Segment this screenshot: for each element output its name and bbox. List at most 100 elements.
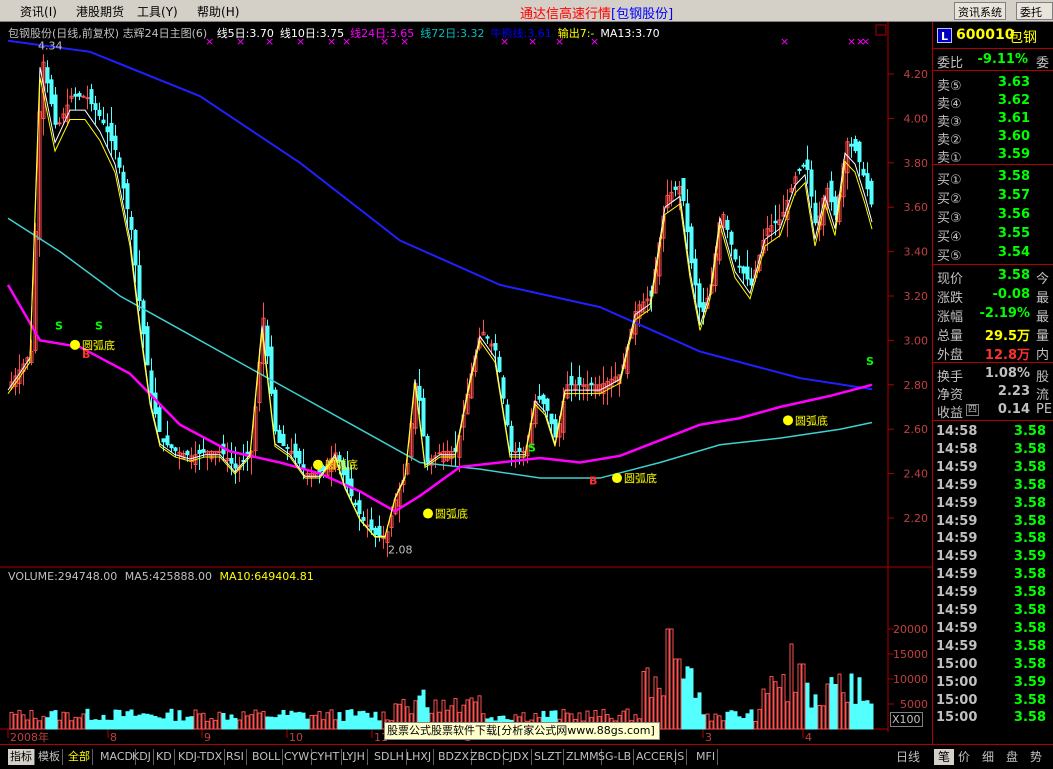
- tick-row: 14:59 3.58: [936, 638, 1046, 654]
- tab-js[interactable]: JS: [672, 749, 688, 765]
- tab-指标[interactable]: 指标: [8, 749, 35, 765]
- menu-item-hk-futures[interactable]: 港股期货: [76, 3, 124, 20]
- volume-bar: [849, 673, 854, 730]
- tab-mfi[interactable]: MFI: [694, 749, 719, 765]
- volume-bar: [117, 709, 122, 730]
- tab-kdj-tdx[interactable]: KDJ-TDX: [176, 749, 226, 765]
- candle-body: [141, 300, 146, 335]
- tab-boll[interactable]: BOLL: [250, 749, 284, 765]
- candle-body: [113, 135, 118, 150]
- tab-kdj[interactable]: KDJ: [130, 749, 154, 765]
- volume-bar: [817, 705, 822, 730]
- volume-bar: [101, 714, 106, 730]
- tab-lhxj[interactable]: LHXJ: [404, 749, 435, 765]
- price-tick-label: 4.00: [904, 112, 929, 125]
- volume-bar: [857, 677, 862, 730]
- tab-lyjh[interactable]: LYJH: [340, 749, 368, 765]
- candle-body: [77, 92, 82, 97]
- candle-body: [161, 438, 166, 443]
- menu-bar: 资讯(I) 港股期货 工具(Y) 帮助(H) 通达信高速行情[包钢股份] 资讯系…: [0, 0, 1053, 22]
- tick-row: 15:00 3.58: [936, 710, 1046, 726]
- tab-sdlh[interactable]: SDLH: [372, 749, 407, 765]
- candle-body: [361, 517, 366, 521]
- tab-cyht[interactable]: CYHT: [308, 749, 343, 765]
- volume-bar: [785, 701, 790, 730]
- candle-body: [497, 356, 502, 372]
- tab-sg-lb[interactable]: SG-LB: [596, 749, 635, 765]
- volume-bar: [77, 717, 82, 730]
- sell-signal-label: S: [55, 319, 63, 332]
- tab-kd[interactable]: KD: [154, 749, 175, 765]
- tab-cjdx[interactable]: CJDX: [500, 749, 532, 765]
- kline-chart-svg[interactable]: 4.20 4.00 3.80 3.60 3.40 3.20 3.00 2.80 2.60 2.40…: [0, 22, 932, 744]
- panel-tab-3[interactable]: 盘: [1006, 749, 1018, 765]
- panel-tab-2[interactable]: 细: [982, 749, 994, 765]
- volume-bar: [65, 712, 70, 730]
- volume-bar: [261, 710, 266, 730]
- kline-chart-area[interactable]: 4.20 4.00 3.80 3.60 3.40 3.20 3.00 2.80 2.60 2.40…: [0, 22, 932, 744]
- volume-bar: [341, 720, 346, 730]
- volume-bar: [353, 715, 358, 730]
- tab-模板[interactable]: 模板: [36, 749, 63, 765]
- time-tick-label: 2008年: [10, 730, 49, 744]
- volume-bar: [197, 713, 202, 730]
- candle-body: [417, 385, 422, 401]
- candle-body: [201, 449, 206, 453]
- volume-bar: [361, 710, 366, 730]
- stock-code: 600010: [956, 27, 1015, 43]
- candle-body: [729, 231, 734, 245]
- volume-unit-label: X100: [890, 712, 923, 727]
- volume-bar: [133, 715, 138, 730]
- market-badge-icon: L: [937, 28, 952, 43]
- volume-bar: [173, 720, 178, 730]
- candle-body: [105, 126, 110, 133]
- tab-zbcd[interactable]: ZBCD: [468, 749, 505, 765]
- tab-accer[interactable]: ACCER: [634, 749, 677, 765]
- volume-bar: [21, 714, 26, 730]
- menu-item-tools[interactable]: 工具(Y): [137, 3, 178, 20]
- app-window: { "menu": { "items": ["资讯", "港股期货", "工具"…: [0, 0, 1053, 769]
- panel-tab-4[interactable]: 势: [1030, 749, 1042, 765]
- tab-全部[interactable]: 全部: [66, 749, 93, 765]
- volume-bar: [801, 663, 806, 730]
- tick-row: 14:58 3.58: [936, 441, 1046, 457]
- panel-tab-0[interactable]: 笔: [934, 749, 955, 765]
- candle-body: [773, 220, 778, 224]
- panel-tab-1[interactable]: 价: [958, 749, 970, 765]
- tab-bdzx[interactable]: BDZX: [436, 749, 473, 765]
- tick-row: 15:00 3.59: [936, 674, 1046, 690]
- menu-item-help[interactable]: 帮助(H): [197, 3, 239, 20]
- volume-bar: [641, 670, 646, 730]
- volume-bar: [113, 709, 118, 730]
- volume-bar: [281, 710, 286, 730]
- ma-5-line: [7, 67, 873, 538]
- round-bottom-label: 圆弧底: [795, 413, 828, 427]
- candle-body: [357, 500, 362, 515]
- volume-bar: [149, 714, 154, 730]
- volume-bar: [225, 719, 230, 730]
- tick-row: 14:59 3.58: [936, 603, 1046, 618]
- menu-item-news[interactable]: 资讯(I): [20, 3, 57, 20]
- volume-bar: [25, 719, 30, 730]
- volume-bar: [29, 709, 34, 730]
- candle-body: [485, 336, 490, 339]
- stat-row: 外盘 12.8万内: [937, 348, 1050, 363]
- period-label[interactable]: 日线: [896, 749, 920, 765]
- volume-bar: [185, 716, 190, 730]
- window-title: 通达信高速行情[包钢股份]: [520, 7, 674, 22]
- news-system-button[interactable]: 资讯系统: [954, 2, 1006, 20]
- volume-bar: [853, 703, 858, 730]
- candle-body: [437, 452, 442, 455]
- volume-bar: [377, 720, 382, 730]
- tab-slzt[interactable]: SLZT: [532, 749, 565, 765]
- volume-bar: [681, 678, 686, 730]
- candle-body: [865, 173, 870, 190]
- ask-row: 卖③ 3.61: [937, 111, 1030, 130]
- volume-bar: [9, 711, 14, 730]
- candle-body: [173, 447, 178, 452]
- ad-banner[interactable]: 股票公式股票软件下载[分析家公式网www.88gs.com]: [384, 722, 660, 740]
- volume-bar: [277, 714, 282, 730]
- tab-rsi[interactable]: RSI: [224, 749, 247, 765]
- trade-button[interactable]: 委托: [1016, 2, 1053, 20]
- candle-body: [801, 164, 806, 167]
